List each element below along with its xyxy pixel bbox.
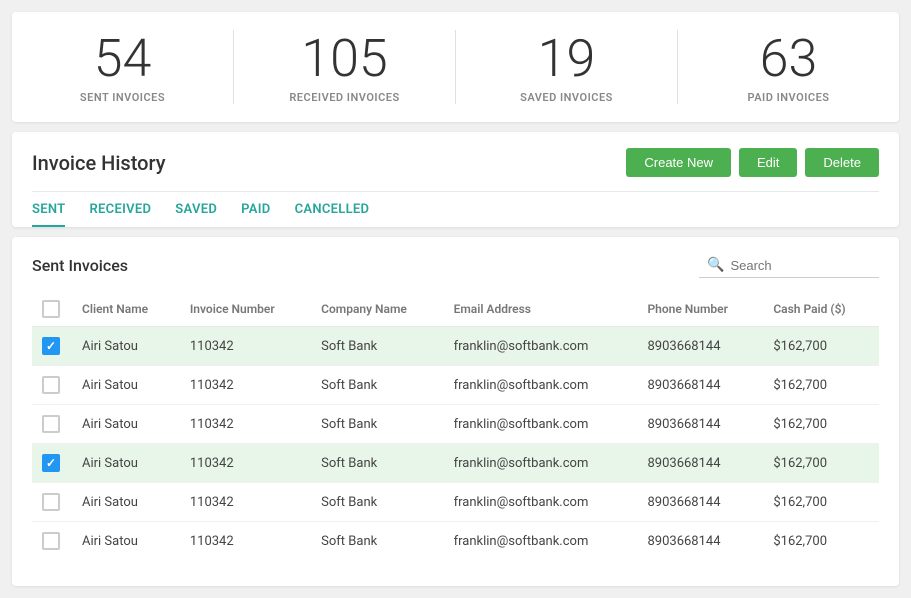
table-title: Sent Invoices — [32, 256, 128, 275]
header-buttons: Create New Edit Delete — [626, 148, 879, 177]
cell-company-name-3: Soft Bank — [311, 444, 443, 483]
cell-invoice-number-5: 110342 — [180, 522, 311, 561]
table-row: Airi Satou 110342 Soft Bank franklin@sof… — [32, 366, 879, 405]
col-invoice-number: Invoice Number — [180, 292, 311, 327]
cell-email-5: franklin@softbank.com — [444, 522, 638, 561]
page-wrapper: 54 SENT INVOICES 105 RECEIVED INVOICES 1… — [0, 0, 911, 598]
row-checkbox-5[interactable] — [42, 532, 60, 550]
col-client-name: Client Name — [72, 292, 180, 327]
table-header-row: Sent Invoices 🔍 — [32, 253, 879, 278]
stat-number-paid: 63 — [698, 30, 879, 87]
cell-invoice-number-0: 110342 — [180, 327, 311, 366]
stat-label-sent: SENT INVOICES — [32, 91, 213, 104]
cell-invoice-number-1: 110342 — [180, 366, 311, 405]
cell-invoice-number-3: 110342 — [180, 444, 311, 483]
cell-client-name-0: Airi Satou — [72, 327, 180, 366]
stat-number-received: 105 — [254, 30, 435, 87]
tab-saved[interactable]: SAVED — [175, 192, 217, 227]
row-checkbox-4[interactable] — [42, 493, 60, 511]
stat-label-received: RECEIVED INVOICES — [254, 91, 435, 104]
cell-cash-paid-4: $162,700 — [763, 483, 879, 522]
cell-checkbox-1 — [32, 366, 72, 405]
cell-cash-paid-3: $162,700 — [763, 444, 879, 483]
stat-label-saved: SAVED INVOICES — [476, 91, 657, 104]
edit-button[interactable]: Edit — [739, 148, 797, 177]
cell-phone-0: 8903668144 — [637, 327, 763, 366]
cell-cash-paid-2: $162,700 — [763, 405, 879, 444]
cell-checkbox-4 — [32, 483, 72, 522]
stats-card: 54 SENT INVOICES 105 RECEIVED INVOICES 1… — [12, 12, 899, 122]
invoice-history-header: Invoice History Create New Edit Delete — [32, 148, 879, 177]
cell-company-name-4: Soft Bank — [311, 483, 443, 522]
cell-email-0: franklin@softbank.com — [444, 327, 638, 366]
table-header-row-el: Client Name Invoice Number Company Name … — [32, 292, 879, 327]
cell-phone-4: 8903668144 — [637, 483, 763, 522]
cell-email-3: franklin@softbank.com — [444, 444, 638, 483]
cell-checkbox-2 — [32, 405, 72, 444]
col-cash-paid: Cash Paid ($) — [763, 292, 879, 327]
cell-cash-paid-1: $162,700 — [763, 366, 879, 405]
checkbox-header-cell — [32, 292, 72, 327]
cell-client-name-1: Airi Satou — [72, 366, 180, 405]
delete-button[interactable]: Delete — [805, 148, 879, 177]
table-card: Sent Invoices 🔍 Client Name Invoice Numb… — [12, 237, 899, 586]
cell-client-name-5: Airi Satou — [72, 522, 180, 561]
cell-company-name-2: Soft Bank — [311, 405, 443, 444]
tab-paid[interactable]: PAID — [241, 192, 270, 227]
cell-checkbox-5 — [32, 522, 72, 561]
cell-company-name-5: Soft Bank — [311, 522, 443, 561]
cell-checkbox-0 — [32, 327, 72, 366]
stat-label-paid: PAID INVOICES — [698, 91, 879, 104]
cell-email-4: franklin@softbank.com — [444, 483, 638, 522]
cell-company-name-0: Soft Bank — [311, 327, 443, 366]
row-checkbox-0[interactable] — [42, 337, 60, 355]
row-checkbox-2[interactable] — [42, 415, 60, 433]
row-checkbox-3[interactable] — [42, 454, 60, 472]
tabs: SENT RECEIVED SAVED PAID CANCELLED — [32, 191, 879, 227]
col-email-address: Email Address — [444, 292, 638, 327]
stat-item-received: 105 RECEIVED INVOICES — [234, 30, 456, 104]
table-row: Airi Satou 110342 Soft Bank franklin@sof… — [32, 327, 879, 366]
cell-client-name-3: Airi Satou — [72, 444, 180, 483]
invoice-history-title: Invoice History — [32, 151, 166, 175]
tab-sent[interactable]: SENT — [32, 192, 65, 227]
cell-cash-paid-5: $162,700 — [763, 522, 879, 561]
cell-phone-5: 8903668144 — [637, 522, 763, 561]
table-row: Airi Satou 110342 Soft Bank franklin@sof… — [32, 405, 879, 444]
tab-received[interactable]: RECEIVED — [89, 192, 151, 227]
cell-invoice-number-2: 110342 — [180, 405, 311, 444]
col-phone-number: Phone Number — [637, 292, 763, 327]
table-row: Airi Satou 110342 Soft Bank franklin@sof… — [32, 444, 879, 483]
stat-item-saved: 19 SAVED INVOICES — [456, 30, 678, 104]
cell-phone-1: 8903668144 — [637, 366, 763, 405]
table-row: Airi Satou 110342 Soft Bank franklin@sof… — [32, 522, 879, 561]
table-body: Airi Satou 110342 Soft Bank franklin@sof… — [32, 327, 879, 561]
select-all-checkbox[interactable] — [42, 300, 60, 318]
cell-company-name-1: Soft Bank — [311, 366, 443, 405]
invoice-history-card: Invoice History Create New Edit Delete S… — [12, 132, 899, 227]
cell-client-name-4: Airi Satou — [72, 483, 180, 522]
stat-number-saved: 19 — [476, 30, 657, 87]
search-box: 🔍 — [699, 253, 879, 278]
stat-number-sent: 54 — [32, 30, 213, 87]
search-icon: 🔍 — [707, 257, 724, 273]
cell-email-2: franklin@softbank.com — [444, 405, 638, 444]
col-company-name: Company Name — [311, 292, 443, 327]
cell-client-name-2: Airi Satou — [72, 405, 180, 444]
stat-item-paid: 63 PAID INVOICES — [678, 30, 899, 104]
cell-phone-2: 8903668144 — [637, 405, 763, 444]
cell-invoice-number-4: 110342 — [180, 483, 311, 522]
stat-item-sent: 54 SENT INVOICES — [12, 30, 234, 104]
invoices-table: Client Name Invoice Number Company Name … — [32, 292, 879, 560]
table-row: Airi Satou 110342 Soft Bank franklin@sof… — [32, 483, 879, 522]
cell-email-1: franklin@softbank.com — [444, 366, 638, 405]
row-checkbox-1[interactable] — [42, 376, 60, 394]
cell-phone-3: 8903668144 — [637, 444, 763, 483]
create-new-button[interactable]: Create New — [626, 148, 731, 177]
search-input[interactable] — [730, 258, 871, 273]
cell-checkbox-3 — [32, 444, 72, 483]
cell-cash-paid-0: $162,700 — [763, 327, 879, 366]
tab-cancelled[interactable]: CANCELLED — [295, 192, 370, 227]
